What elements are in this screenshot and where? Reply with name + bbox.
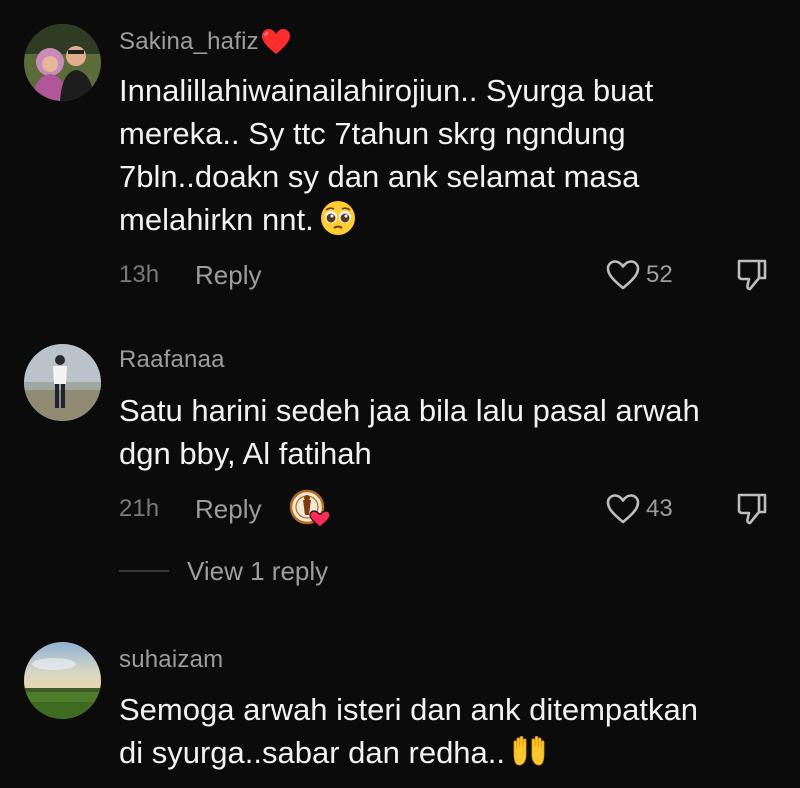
username-text[interactable]: Sakina_hafiz — [119, 28, 259, 56]
comment-username[interactable]: Sakina_hafiz — [119, 28, 291, 56]
comments-feed: Sakina_hafiz Innalillahiwainailahirojiun… — [0, 0, 800, 788]
comment-text: Semoga arwah isteri dan ank ditempatkan … — [119, 688, 759, 774]
comment-line: mereka.. Sy ttc 7tahun skrg ngndung — [119, 116, 626, 151]
avatar-photo-icon — [24, 344, 101, 421]
comment-line: 7bln..doakn sy dan ank selamat masa — [119, 159, 640, 194]
dislike-icon[interactable] — [735, 258, 769, 292]
like-button[interactable]: 52 — [606, 258, 673, 292]
raising-hands-icon — [513, 735, 545, 766]
comment-username[interactable]: Raafanaa — [119, 346, 225, 374]
creator-liked-badge-icon — [290, 489, 332, 528]
comment-line: di syurga..sabar dan redha.. — [119, 735, 506, 770]
reply-button[interactable]: Reply — [195, 494, 261, 525]
comment-line: Innalillahiwainailahirojiun.. Syurga bua… — [119, 73, 654, 108]
red-heart-icon — [261, 29, 290, 54]
comment-line: Satu harini sedeh jaa bila lalu pasal ar… — [119, 393, 700, 428]
comment-text: Satu harini sedeh jaa bila lalu pasal ar… — [119, 389, 759, 475]
like-button[interactable]: 43 — [606, 492, 673, 526]
heart-outline-icon — [606, 494, 640, 524]
comment-meta: 13h Reply — [119, 258, 261, 292]
dislike-icon[interactable] — [735, 492, 769, 526]
replies-divider — [119, 570, 169, 572]
like-count: 43 — [646, 495, 673, 522]
avatar[interactable] — [24, 344, 101, 421]
avatar-photo-icon — [24, 24, 101, 101]
avatar[interactable] — [24, 24, 101, 101]
avatar[interactable] — [24, 642, 101, 719]
comment-line: Semoga arwah isteri dan ank ditempatkan — [119, 692, 698, 727]
comment-meta: 21h Reply — [119, 489, 333, 528]
comment-line: dgn bby, Al fatihah — [119, 436, 372, 471]
comment-line: melahirkn nnt. — [119, 202, 314, 237]
comment-time: 13h — [119, 261, 160, 288]
view-replies-button[interactable]: View 1 reply — [119, 553, 328, 589]
like-count: 52 — [646, 261, 673, 288]
comment-username[interactable]: suhaizam — [119, 646, 223, 674]
comment-text: Innalillahiwainailahirojiun.. Syurga bua… — [119, 69, 759, 241]
pleading-face-icon — [320, 201, 355, 235]
view-replies-label[interactable]: View 1 reply — [187, 556, 328, 587]
heart-outline-icon — [606, 260, 640, 290]
avatar-photo-icon — [24, 642, 101, 719]
reply-button[interactable]: Reply — [195, 260, 261, 291]
comment-time: 21h — [119, 495, 160, 522]
